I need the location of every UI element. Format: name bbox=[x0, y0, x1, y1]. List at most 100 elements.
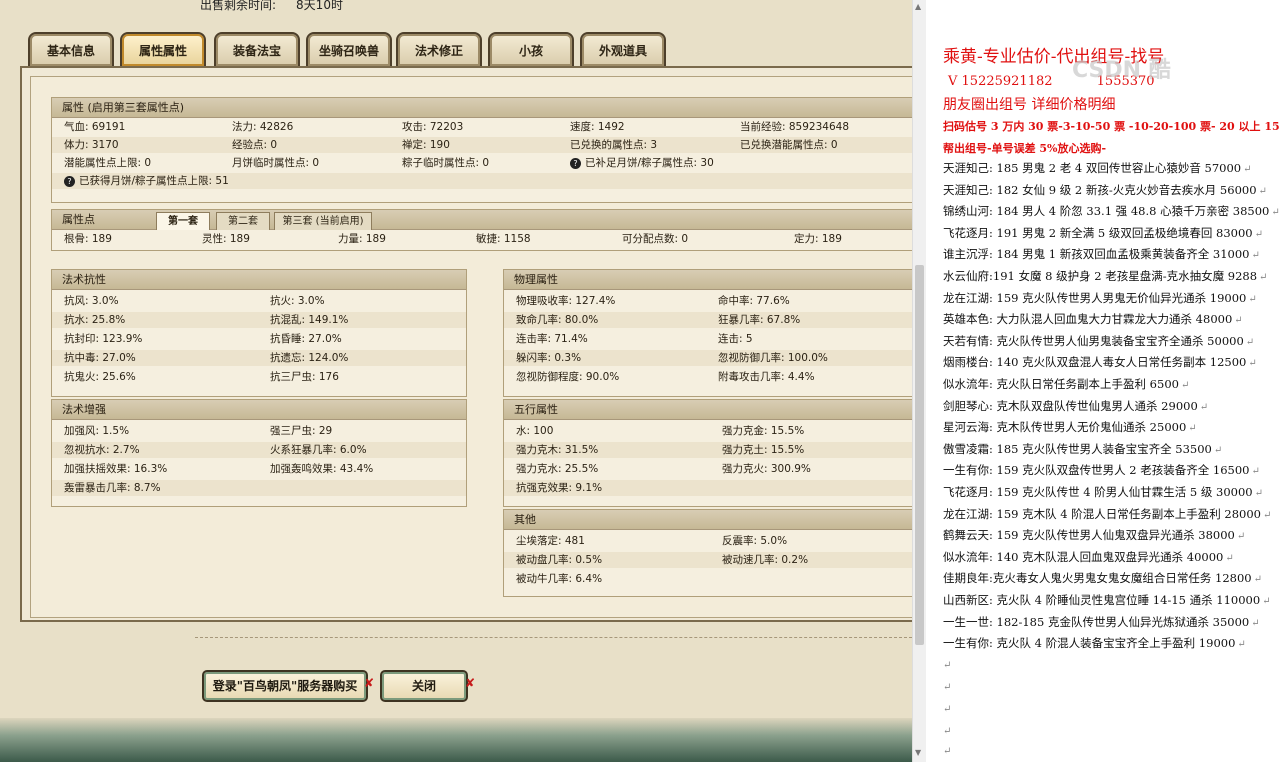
price-list-item: 英雄本色: 大力队混人回血鬼大力甘霖龙大力通杀 48000 ↵ bbox=[943, 312, 1243, 327]
return-mark: ↵ bbox=[1236, 531, 1246, 543]
scrollbar[interactable]: ▲ ▼ bbox=[912, 0, 927, 762]
return-mark: ↵ bbox=[1271, 207, 1280, 219]
enhance-row: 忽视抗水: 2.7% 火系狂暴几率: 6.0% bbox=[52, 442, 466, 458]
buy-button[interactable]: 登录"百鸟朝凤"服务器购买 bbox=[202, 670, 368, 702]
enhance-row: 加强扶摇效果: 16.3% 加强轰鸣效果: 43.4% bbox=[64, 463, 374, 475]
price-list-item: 一生有你: 克火队 4 阶混人装备宝宝齐全上手盈利 19000 ↵ bbox=[943, 636, 1246, 651]
mouse-cursor-icon: ☝ bbox=[160, 46, 168, 61]
price-list-item: 傲雪凌霜: 185 克火队传世男人装备宝宝齐全 53500 ↵ bbox=[943, 441, 1223, 456]
physical-attributes-title: 物理属性 bbox=[504, 270, 912, 290]
spell-enhancement-title: 法术增强 bbox=[52, 400, 466, 420]
doc-guarantee: 帮出组号-单号误差 5%放心选购- bbox=[943, 142, 1107, 155]
price-list-item: 天涯知己: 185 男鬼 2 老 4 双回传世容止心猿妙音 57000 ↵ bbox=[943, 161, 1252, 175]
price-list-item: 飞花逐月: 191 男鬼 2 新全满 5 级双回孟极绝境春回 83000 ↵ bbox=[943, 225, 1264, 240]
price-list-item: 龙在江湖: 159 克木队 4 阶混人日常任务副本上手盈利 28000 ↵ bbox=[943, 506, 1272, 521]
other-row: 尘埃落定: 481 反震率: 5.0% bbox=[516, 535, 788, 547]
price-list-item: 龙在江湖: 159 克火队传世男人男鬼无价仙异光通杀 19000 ↵ bbox=[943, 290, 1257, 305]
tab-spell-correction[interactable]: 法术修正 bbox=[396, 32, 482, 66]
return-mark: ↵ bbox=[1234, 315, 1243, 327]
question-icon[interactable]: ? bbox=[64, 175, 75, 187]
subtab-set-1[interactable]: 第一套 bbox=[156, 212, 210, 230]
price-list-item: 水云仙府:191 女魔 8 级护身 2 老孩星盘满-克水抽女魔 9288 ↵ bbox=[943, 269, 1268, 283]
physical-attributes-section: 物理属性 物理吸收率: 127.4% 命中率: 77.6% 致命几率: 80.0%… bbox=[503, 269, 912, 397]
price-list-item: 飞花逐月: 159 克火队传世 4 阶男人仙甘霖生活 5 级 30000 ↵ bbox=[943, 485, 1264, 499]
close-button[interactable]: 关闭 bbox=[380, 670, 468, 702]
close-x-icon: ✘ bbox=[465, 676, 476, 690]
resist-row: 抗中毒: 27.0% 抗遗忘: 124.0% bbox=[52, 350, 466, 366]
physical-row: 物理吸收率: 127.4% 命中率: 77.6% bbox=[516, 295, 790, 307]
return-mark: ↵ bbox=[943, 682, 952, 693]
price-list-item: 鹤舞云天: 159 克火队传世男人仙鬼双盘异光通杀 38000 ↵ bbox=[943, 528, 1246, 543]
return-mark: ↵ bbox=[943, 726, 952, 737]
return-mark: ↵ bbox=[1254, 488, 1264, 499]
tab-mounts-summons[interactable]: 坐骑召唤兽 bbox=[306, 32, 392, 66]
question-icon[interactable]: ? bbox=[570, 157, 581, 169]
tab-basic-info[interactable]: 基本信息 bbox=[28, 32, 114, 66]
divider bbox=[195, 637, 912, 638]
price-list-item: 天涯知己: 182 女仙 9 级 2 新孩-火克火妙音去疾水月 56000 ↵ bbox=[943, 182, 1267, 197]
price-list-item: 佳期良年:克火毒女人鬼火男鬼女鬼女魔组合日常任务 12800 ↵ bbox=[943, 571, 1263, 586]
resist-row: 抗鬼火: 25.6% 抗三尸虫: 176 bbox=[64, 371, 339, 383]
price-list-item: 似水流年: 克火队日常任务副本上手盈利 6500 ↵ bbox=[943, 377, 1190, 391]
attributes-row: 气血: 69191 法力: 42826 攻击: 72203 速度: 1492 当… bbox=[64, 121, 849, 133]
tab-children[interactable]: 小孩 bbox=[488, 32, 574, 66]
scroll-up-icon[interactable]: ▲ bbox=[915, 2, 921, 11]
return-mark: ↵ bbox=[1225, 552, 1234, 564]
return-mark: ↵ bbox=[1258, 185, 1267, 197]
attributes-row: ? 已获得月饼/粽子属性点上限: 51 bbox=[52, 173, 912, 189]
return-mark: ↵ bbox=[1245, 336, 1255, 348]
return-mark: ↵ bbox=[1243, 164, 1252, 175]
bottom-decoration bbox=[0, 718, 912, 762]
resist-row: 抗封印: 123.9% 抗昏睡: 27.0% bbox=[64, 333, 342, 345]
attributes-row: 潜能属性点上限: 0 月饼临时属性点: 0 粽子临时属性点: 0 ? 已补足月饼/… bbox=[64, 157, 714, 169]
tab-attributes[interactable]: 属性属性 ☝ bbox=[120, 32, 206, 66]
resist-row: 抗风: 3.0% 抗火: 3.0% bbox=[64, 295, 325, 307]
price-list-item: 星河云海: 克木队传世男人无价鬼仙通杀 25000 ↵ bbox=[943, 420, 1197, 435]
sale-time-value: 8天10时 bbox=[296, 0, 343, 12]
attributes-title: 属性 (启用第三套属性点) bbox=[52, 98, 912, 118]
return-mark: ↵ bbox=[1262, 596, 1271, 607]
return-mark: ↵ bbox=[943, 704, 952, 715]
attribute-panel: 属性 (启用第三套属性点) 气血: 69191 法力: 42826 攻击: 72… bbox=[20, 66, 912, 622]
subtab-set-2[interactable]: 第二套 bbox=[216, 212, 270, 230]
return-mark: ↵ bbox=[1253, 574, 1263, 586]
return-mark: ↵ bbox=[1199, 401, 1209, 413]
return-mark: ↵ bbox=[1188, 423, 1197, 435]
price-list-item: 一生有你: 159 克火队双盘传世男人 2 老孩装备齐全 16500 ↵ bbox=[943, 463, 1260, 478]
wuxing-row: 强力克水: 25.5% 强力克火: 300.9% bbox=[516, 463, 811, 475]
doc-moments: 朋友圈出组号 详细价格明细 bbox=[943, 97, 1116, 113]
return-mark: ↵ bbox=[1248, 358, 1257, 370]
subtab-set-3[interactable]: 第三套 (当前启用) bbox=[274, 212, 372, 230]
other-row: 被动盘几率: 0.5% 被动速几率: 0.2% bbox=[504, 552, 912, 568]
return-mark: ↵ bbox=[943, 746, 952, 757]
spell-enhancement-section: 法术增强 加强风: 1.5% 强三尸虫: 29 忽视抗水: 2.7% 火系狂暴几率:… bbox=[51, 399, 467, 507]
scroll-down-icon[interactable]: ▼ bbox=[915, 748, 921, 757]
return-mark: ↵ bbox=[1263, 509, 1272, 521]
physical-row: 躲闪率: 0.3% 忽视防御几率: 100.0% bbox=[504, 350, 912, 366]
spell-resistance-section: 法术抗性 抗风: 3.0% 抗火: 3.0% 抗水: 25.8% 抗混乱: 149.… bbox=[51, 269, 467, 397]
return-mark: ↵ bbox=[1237, 639, 1246, 651]
wuxing-row: 水: 100 强力克金: 15.5% bbox=[516, 425, 805, 437]
scroll-thumb[interactable] bbox=[915, 265, 924, 645]
return-mark: ↵ bbox=[1251, 617, 1260, 629]
return-mark: ↵ bbox=[943, 660, 952, 671]
physical-row: 忽视防御程度: 90.0% 附毒攻击几率: 4.4% bbox=[516, 371, 815, 383]
return-mark: ↵ bbox=[1180, 380, 1190, 391]
physical-row: 连击率: 71.4% 连击: 5 bbox=[516, 333, 753, 345]
five-elements-section: 五行属性 水: 100 强力克金: 15.5% 强力克木: 31.5% 强力克土: … bbox=[503, 399, 912, 507]
return-mark: ↵ bbox=[1213, 444, 1223, 456]
game-window: 出售剩余时间: 8天10时 基本信息 属性属性 ☝ 装备法宝 坐骑召唤兽 法术修正 … bbox=[0, 0, 912, 762]
wuxing-row: 抗强克效果: 9.1% bbox=[504, 480, 912, 496]
price-list-item: 天若有情: 克火队传世男人仙男鬼装备宝宝齐全通杀 50000 ↵ bbox=[943, 333, 1255, 348]
return-mark: ↵ bbox=[1248, 293, 1257, 305]
other-row: 被动牛几率: 6.4% bbox=[516, 573, 603, 585]
wuxing-row: 强力克木: 31.5% 强力克土: 15.5% bbox=[504, 442, 912, 458]
return-mark: ↵ bbox=[1254, 228, 1264, 240]
watermark: CSDN 酷 bbox=[1072, 58, 1171, 83]
tab-equipment[interactable]: 装备法宝 bbox=[214, 32, 300, 66]
tab-appearance[interactable]: 外观道具 bbox=[580, 32, 666, 66]
price-list-item: 似水流年: 140 克木队混人回血鬼双盘异光通杀 40000 ↵ bbox=[943, 549, 1234, 564]
attribute-points-section: 属性点 第一套 第二套 第三套 (当前启用) 根骨: 189 灵性: 189 力… bbox=[51, 209, 912, 251]
return-mark: ↵ bbox=[1251, 250, 1260, 262]
price-list-item: 山西新区: 克火队 4 阶睡仙灵性鬼宫位睡 14-15 通杀 110000 ↵ bbox=[943, 593, 1271, 607]
